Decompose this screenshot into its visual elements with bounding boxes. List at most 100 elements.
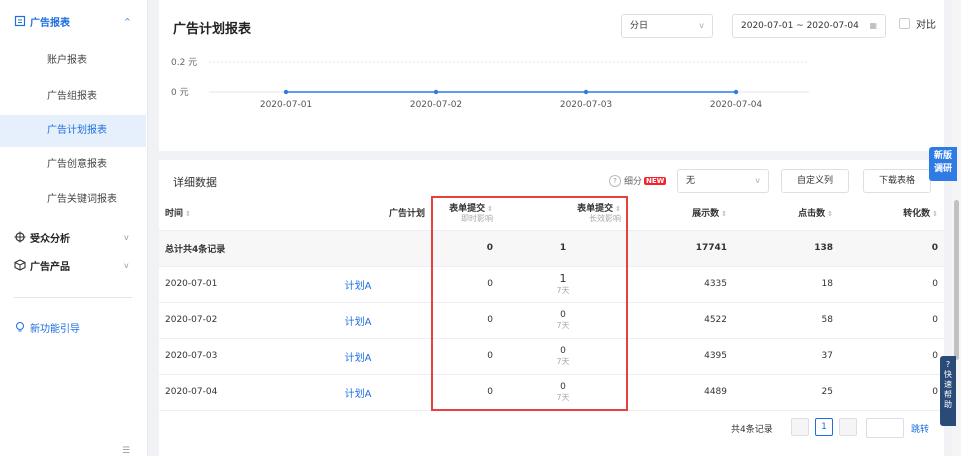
row-form-long: 1 (559, 272, 567, 285)
custom-columns-button[interactable]: 自定义列 (781, 169, 849, 193)
total-label: 总计共4条记录 (159, 230, 285, 267)
chevron-down-icon: v (755, 176, 760, 185)
download-table-button[interactable]: 下载表格 (863, 169, 931, 193)
row-form-long-window: 7天 (556, 356, 570, 366)
total-impressions: 17741 (627, 230, 733, 267)
row-form-instant: 0 (431, 374, 499, 411)
detail-card: 详细数据 ? 细分 NEW 无 v 自定义列 下载表格 时间 ⇕ 广告计划 表单提… (159, 160, 944, 456)
table-header-row: 时间 ⇕ 广告计划 表单提交 ⇕ 即时影响 表单提交 ⇕ 长效影响 展示数 ⇕ 点击数 ⇕ 转… (159, 195, 944, 231)
chevron-down-icon: v (699, 21, 704, 30)
sidebar-item-creative-report[interactable]: 广告创意报表 (0, 149, 146, 181)
row-date: 2020-07-02 (159, 302, 285, 339)
sidebar-section-audience[interactable]: 受众分析 v (14, 228, 129, 246)
row-clicks: 58 (733, 302, 839, 339)
granularity-select[interactable]: 分日 v (621, 14, 713, 38)
total-form-instant: 0 (431, 230, 499, 267)
row-form-instant: 0 (431, 266, 499, 303)
report-header-card: 广告计划报表 分日 v 2020-07-01 ~ 2020-07-04 ▦ 对比… (159, 0, 944, 151)
new-badge: NEW (644, 176, 667, 185)
plan-link[interactable]: 计划A (345, 281, 372, 292)
row-date: 2020-07-03 (159, 338, 285, 375)
sidebar-item-keyword-report[interactable]: 广告关键词报表 (0, 184, 146, 216)
row-date: 2020-07-04 (159, 374, 285, 411)
sidebar-section-label: 广告产品 (30, 261, 70, 273)
row-impressions: 4335 (627, 266, 733, 303)
row-form-long: 0 (560, 381, 566, 392)
chart-x-tick-label: 2020-07-03 (560, 100, 612, 110)
sidebar-item-label: 账户报表 (47, 55, 87, 66)
col-clicks-header[interactable]: 点击数 ⇕ (733, 195, 839, 231)
pagination-summary: 共4条记录 (731, 425, 773, 435)
detail-title: 详细数据 (173, 176, 217, 189)
row-form-long-window: 7天 (556, 392, 570, 402)
plan-link[interactable]: 计划A (345, 317, 372, 328)
sidebar: 广告报表 ^ 账户报表 广告组报表 广告计划报表 广告创意报表 广告关键词报表 … (0, 0, 148, 456)
report-icon (14, 15, 26, 27)
plan-link[interactable]: 计划A (345, 389, 372, 400)
sidebar-item-label: 广告创意报表 (47, 159, 107, 170)
page-jump-button[interactable]: 跳转 (911, 422, 929, 435)
detail-table: 时间 ⇕ 广告计划 表单提交 ⇕ 即时影响 表单提交 ⇕ 长效影响 展示数 ⇕ 点击数 ⇕ 转… (159, 195, 944, 411)
table-row: 2020-07-03 计划A 0 0 7天 4395 37 0 (159, 338, 944, 375)
table-total-row: 总计共4条记录 0 1 17741 138 0 (159, 230, 944, 267)
row-form-long-window: 7天 (556, 320, 570, 330)
chart-point (583, 89, 589, 95)
survey-float-button[interactable]: 新版调研 (929, 147, 957, 181)
col-impressions-header[interactable]: 展示数 ⇕ (627, 195, 733, 231)
chart-x-tick-label: 2020-07-04 (710, 100, 763, 110)
date-range-value: 2020-07-01 ~ 2020-07-04 (741, 21, 859, 31)
sort-icon: ⇕ (615, 205, 621, 214)
help-icon[interactable]: ? (609, 174, 621, 187)
prev-page-button[interactable] (791, 418, 809, 436)
chevron-up-icon: ^ (124, 16, 131, 26)
row-form-long: 0 (560, 345, 566, 356)
col-plan-header: 广告计划 (285, 195, 431, 231)
granularity-value: 分日 (630, 21, 649, 31)
row-form-instant: 0 (431, 302, 499, 339)
table-row: 2020-07-04 计划A 0 0 7天 4489 25 0 (159, 374, 944, 411)
compare-checkbox[interactable] (899, 18, 910, 29)
row-form-long-window: 7天 (556, 286, 570, 295)
scrollbar-thumb[interactable] (954, 200, 959, 360)
sidebar-item-adgroup-report[interactable]: 广告组报表 (0, 81, 146, 113)
page-title: 广告计划报表 (173, 22, 252, 37)
next-page-button[interactable] (839, 418, 857, 436)
total-conversions: 0 (839, 230, 944, 267)
page-current[interactable]: 1 (815, 418, 833, 436)
sort-icon: ⇕ (185, 209, 191, 218)
chart-x-tick-label: 2020-07-02 (410, 100, 462, 110)
survey-label: 新版调研 (933, 151, 952, 174)
target-icon (14, 231, 26, 243)
row-conversions: 0 (839, 338, 944, 375)
breakdown-select[interactable]: 无 v (677, 169, 769, 193)
sidebar-item-label: 广告关键词报表 (47, 194, 117, 205)
col-form-long-header[interactable]: 表单提交 ⇕ 长效影响 (499, 195, 627, 231)
sidebar-guide-label: 新功能引导 (30, 323, 80, 335)
collapse-menu-icon[interactable]: ☰ (122, 446, 130, 456)
help-label: 快速帮助 (944, 370, 952, 409)
row-clicks: 25 (733, 374, 839, 411)
bulb-icon (16, 322, 24, 332)
sidebar-guide-link[interactable]: 新功能引导 (14, 318, 80, 336)
sidebar-section-label: 广告报表 (30, 17, 70, 29)
sidebar-item-plan-report[interactable]: 广告计划报表 (0, 115, 146, 147)
sidebar-item-account-report[interactable]: 账户报表 (0, 45, 146, 77)
sidebar-section-ad-reports[interactable]: 广告报表 ^ (14, 12, 131, 30)
col-time-header[interactable]: 时间 ⇕ (159, 195, 285, 231)
chart-point (433, 89, 439, 95)
date-range-picker[interactable]: 2020-07-01 ~ 2020-07-04 ▦ (732, 14, 886, 38)
breakdown-label: 细分 (624, 177, 643, 187)
row-impressions: 4489 (627, 374, 733, 411)
breakdown-label-group: ? 细分 NEW (609, 174, 667, 187)
row-impressions: 4522 (627, 302, 733, 339)
col-conversions-header[interactable]: 转化数 ⇕ (839, 195, 944, 231)
col-form-instant-header[interactable]: 表单提交 ⇕ 即时影响 (431, 195, 499, 231)
sidebar-section-products[interactable]: 广告产品 v (14, 256, 129, 274)
compare-label: 对比 (916, 20, 936, 31)
row-conversions: 0 (839, 374, 944, 411)
page-jump-input[interactable] (866, 418, 904, 438)
plan-link[interactable]: 计划A (345, 353, 372, 364)
help-float-button[interactable]: ? 快速帮助 (940, 356, 956, 426)
table-row: 2020-07-01 计划A 0 1 7天 4335 18 0 (159, 266, 944, 303)
total-form-long: 1 (499, 230, 627, 267)
